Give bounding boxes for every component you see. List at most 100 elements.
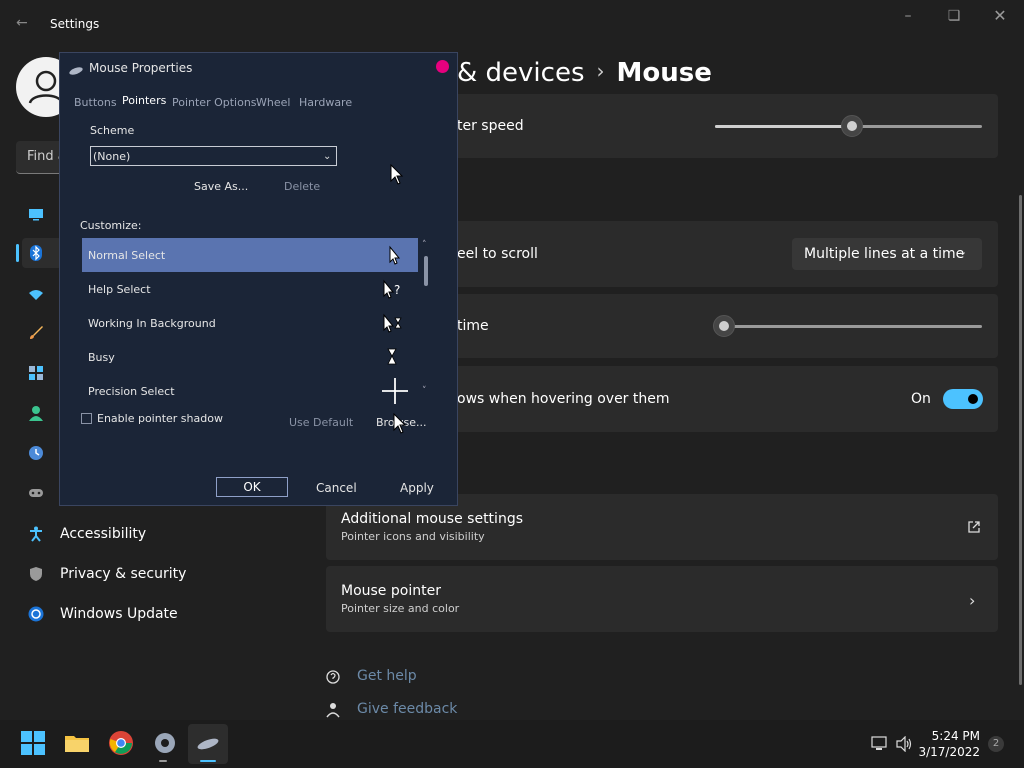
svg-text:?: ?: [394, 283, 400, 297]
lines-to-scroll-label: time: [457, 318, 489, 334]
close-button[interactable]: ✕: [990, 8, 1010, 24]
file-explorer-icon[interactable]: [64, 730, 90, 756]
brush-icon[interactable]: [28, 325, 44, 345]
list-item[interactable]: Help Select ?: [82, 272, 418, 306]
notification-badge[interactable]: 2: [988, 736, 1004, 752]
cursor-name: Normal Select: [88, 249, 166, 262]
save-as-button[interactable]: Save As...: [194, 180, 248, 193]
cursor-name: Help Select: [88, 283, 151, 296]
network-icon[interactable]: [871, 736, 889, 756]
cursor-name: Busy: [88, 351, 115, 364]
get-help-link[interactable]: Get help: [357, 668, 417, 684]
hourglass-cursor-icon: [387, 348, 397, 365]
back-arrow-icon[interactable]: ←: [16, 14, 34, 32]
tab-buttons[interactable]: Buttons: [74, 96, 117, 109]
breadcrumb-parent[interactable]: & devices: [457, 58, 585, 88]
crosshair-cursor-icon: [382, 378, 408, 404]
give-feedback-link[interactable]: Give feedback: [357, 701, 457, 717]
page-scrollbar[interactable]: [1019, 195, 1022, 685]
mouse-properties-taskbar-icon[interactable]: [195, 730, 221, 756]
scroll-up-icon[interactable]: ˄: [422, 240, 427, 250]
lines-track[interactable]: [715, 325, 982, 328]
sidebar-item-accessibility[interactable]: Accessibility: [60, 526, 146, 542]
additional-mouse-settings-subtitle: Pointer icons and visibility: [341, 530, 485, 543]
selected-indicator: [16, 244, 19, 262]
chevron-right-icon: ›: [969, 591, 976, 610]
clock-time[interactable]: 5:24 PM: [930, 729, 980, 743]
tab-wheel[interactable]: Wheel: [256, 96, 290, 109]
chrome-icon[interactable]: [108, 730, 134, 756]
breadcrumb-separator: ›: [596, 59, 605, 83]
list-item[interactable]: Busy: [82, 340, 418, 374]
update-icon[interactable]: [28, 606, 44, 626]
dialog-title: Mouse Properties: [89, 61, 193, 75]
restore-button[interactable]: ❏: [944, 8, 964, 24]
wheel-scroll-label: eel to scroll: [457, 246, 538, 262]
toggle-knob: [968, 394, 978, 404]
delete-button[interactable]: Delete: [284, 180, 320, 193]
pointer-speed-slider[interactable]: [841, 115, 864, 137]
ok-button[interactable]: OK: [216, 477, 288, 497]
pointer-shadow-checkbox[interactable]: [81, 413, 92, 424]
bluetooth-icon[interactable]: [28, 245, 44, 265]
cancel-button[interactable]: Cancel: [316, 481, 357, 495]
shield-icon[interactable]: [28, 566, 44, 586]
start-icon[interactable]: [20, 730, 46, 756]
working-cursor-icon: [383, 313, 402, 333]
volume-icon[interactable]: [896, 735, 914, 756]
time-language-icon[interactable]: [28, 445, 44, 465]
app-title: Settings: [50, 17, 100, 31]
cursor-highlight-dot: [436, 60, 449, 73]
tab-hardware[interactable]: Hardware: [299, 96, 352, 109]
mouse-cursor-icon: [390, 164, 404, 185]
additional-mouse-settings-title: Additional mouse settings: [341, 511, 523, 527]
help-cursor-icon: ?: [383, 279, 400, 299]
list-item[interactable]: Precision Select: [82, 374, 418, 408]
mouse-icon: [68, 62, 84, 81]
mouse-pointer-subtitle: Pointer size and color: [341, 602, 460, 615]
settings-gear-icon[interactable]: [152, 730, 178, 756]
page-title: Mouse: [616, 58, 712, 88]
cursor-name: Working In Background: [88, 317, 216, 330]
gaming-icon[interactable]: [28, 485, 44, 505]
chevron-down-icon: ⌄: [958, 245, 968, 258]
apply-button[interactable]: Apply: [400, 481, 434, 495]
wifi-icon[interactable]: [28, 286, 44, 306]
cursor-list-scrollbar[interactable]: ˄ ˅: [420, 240, 432, 408]
sidebar-item-windows-update[interactable]: Windows Update: [60, 606, 178, 622]
minimize-button[interactable]: –: [898, 8, 918, 24]
sidebar-item-privacy[interactable]: Privacy & security: [60, 566, 186, 582]
accessibility-icon[interactable]: [28, 526, 44, 546]
tab-pointers[interactable]: Pointers: [122, 94, 166, 107]
wheel-scroll-value: Multiple lines at a time: [804, 246, 965, 262]
cursor-list[interactable]: Normal Select Help Select ? Working In B…: [82, 238, 419, 408]
cursor-name: Precision Select: [88, 385, 175, 398]
breadcrumb: & devices › Mouse: [457, 58, 712, 88]
pointer-speed-fill: [715, 125, 852, 128]
pointer-speed-label: ter speed: [457, 118, 524, 134]
customize-label: Customize:: [80, 219, 142, 232]
scheme-label: Scheme: [90, 124, 135, 137]
chevron-down-icon: ⌄: [323, 151, 332, 162]
mouse-pointer-title: Mouse pointer: [341, 583, 441, 599]
help-icon: [324, 668, 342, 690]
pointer-shadow-label: Enable pointer shadow: [97, 412, 223, 425]
title-bar: [0, 0, 1024, 48]
mouse-pointer-card[interactable]: [326, 566, 998, 632]
list-item[interactable]: Working In Background: [82, 306, 418, 340]
active-indicator: [200, 760, 216, 762]
scroll-down-icon[interactable]: ˅: [422, 386, 427, 396]
lines-slider[interactable]: [713, 315, 735, 337]
toggle-state: On: [911, 391, 931, 407]
running-indicator: [159, 760, 167, 762]
mouse-cursor-icon: [393, 413, 407, 434]
clock-date[interactable]: 3/17/2022: [918, 745, 980, 759]
scroll-thumb[interactable]: [424, 256, 428, 286]
accounts-icon[interactable]: [28, 405, 44, 425]
tab-pointer-options[interactable]: Pointer Options: [172, 96, 257, 109]
hover-scroll-label: ows when hovering over them: [457, 391, 670, 407]
use-default-button[interactable]: Use Default: [289, 416, 353, 429]
list-item[interactable]: Normal Select: [82, 238, 418, 272]
apps-icon[interactable]: [28, 365, 44, 385]
system-icon[interactable]: [28, 206, 44, 226]
